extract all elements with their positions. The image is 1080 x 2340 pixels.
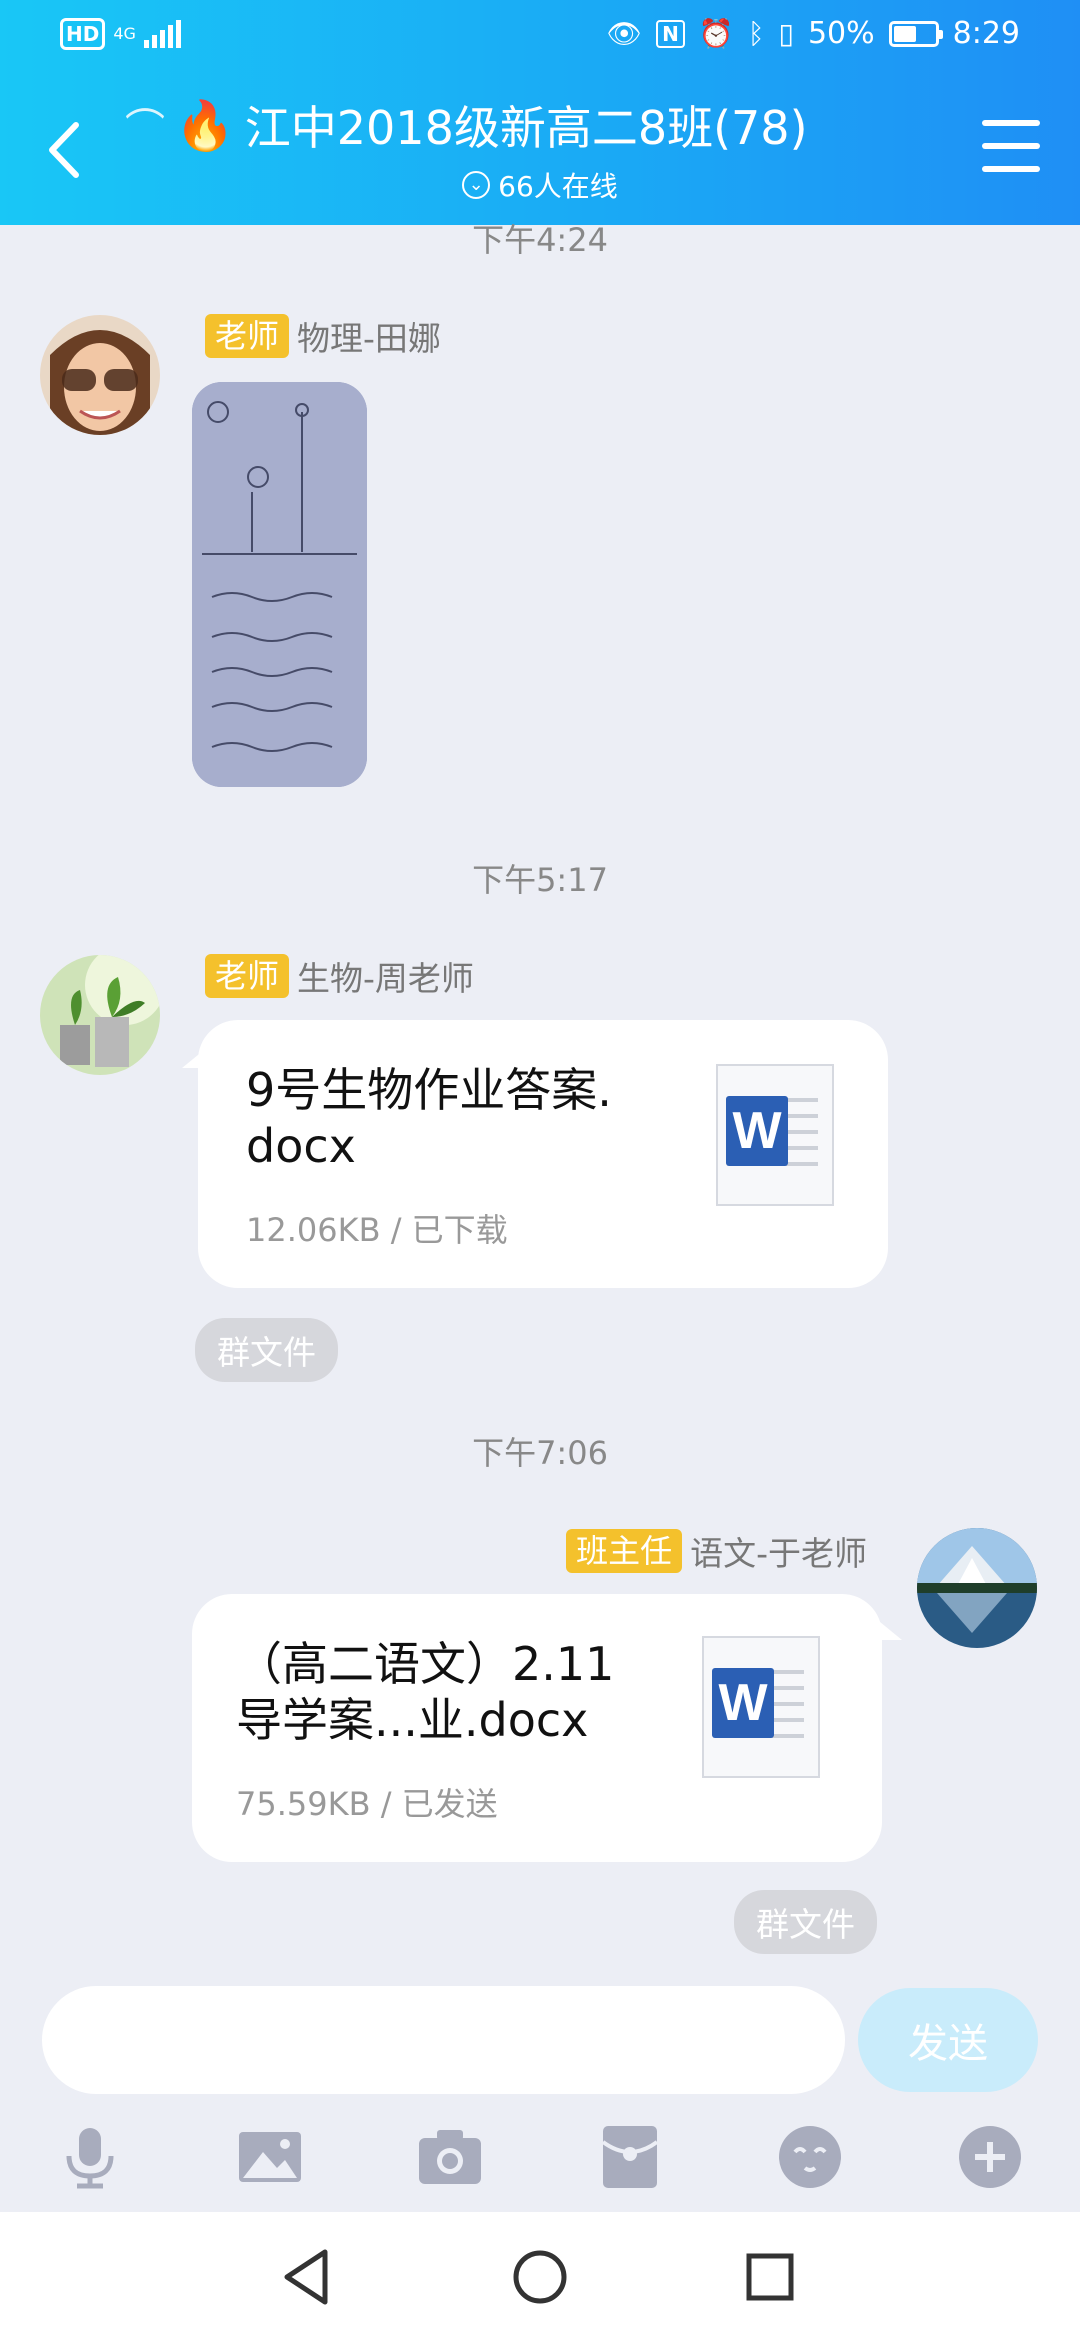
avatar[interactable] (40, 315, 160, 435)
title-row[interactable]: ⌒ 🔥 江中2018级新高二8班(78) (125, 92, 965, 158)
file-meta: 75.59KB / 已发送 (236, 1785, 498, 1823)
chat-header: HD 4G 👁 N ⏰ ᛒ ▯ 50% 8:29 ⌒ 🔥 江中2018级新高二8… (0, 0, 1080, 225)
image-message[interactable] (192, 382, 367, 787)
file-name: 9号生物作业答案. docx (246, 1063, 612, 1173)
sender-line: 老师 物理-田娜 (205, 312, 441, 360)
sender-name: 物理-田娜 (297, 319, 441, 358)
message-input[interactable] (42, 1986, 845, 2094)
avatar-portrait-icon (40, 315, 160, 435)
battery-icon (888, 20, 943, 47)
bubble-tail (880, 1622, 902, 1640)
role-tag: 班主任 (566, 1529, 683, 1573)
homework-photo-icon (192, 382, 367, 787)
image-button[interactable] (235, 2122, 305, 2192)
input-toolbar (0, 2110, 1080, 2210)
eye-icon: 👁 (606, 17, 643, 50)
emoji-button[interactable] (775, 2122, 845, 2192)
file-message[interactable]: 9号生物作业答案. docx 12.06KB / 已下载 W (198, 1020, 888, 1288)
sender-line: 老师 生物-周老师 (205, 952, 474, 1000)
red-packet-icon (601, 2126, 659, 2188)
bluetooth-icon: ᛒ (747, 17, 765, 50)
bubble-tail (182, 1050, 204, 1068)
chevron-down-icon: ⌄ (462, 171, 491, 199)
plus-icon (959, 2126, 1021, 2188)
sender-line: 班主任 语文-于老师 (566, 1527, 867, 1575)
send-button[interactable]: 发送 (858, 1988, 1038, 2092)
microphone-icon (66, 2128, 114, 2189)
sender-name: 语文-于老师 (690, 1534, 867, 1573)
avatar[interactable] (40, 955, 160, 1075)
nav-back-button[interactable] (273, 2242, 343, 2312)
triangle-back-icon (284, 2249, 328, 2305)
more-button[interactable] (955, 2122, 1025, 2192)
group-title: 江中2018级新高二8班(78) (244, 101, 808, 155)
status-right: 👁 N ⏰ ᛒ ▯ 50% 8:29 (607, 16, 1020, 51)
signal-icon (143, 20, 181, 48)
alarm-icon: ⏰ (698, 17, 734, 50)
menu-icon (982, 120, 1040, 126)
online-count[interactable]: ⌄ 66人在线 (0, 165, 1080, 205)
timestamp: 下午4:24 (472, 221, 608, 259)
vibrate-icon: ▯ (778, 17, 794, 50)
voice-button[interactable] (55, 2122, 125, 2192)
camera-icon (419, 2130, 481, 2184)
group-file-chip[interactable]: 群文件 (734, 1890, 877, 1954)
system-nav-bar (0, 2212, 1080, 2340)
file-name: （高二语文）2.11 导学案...业.docx (236, 1637, 615, 1747)
word-doc-icon: W (702, 1636, 820, 1778)
battery-percent: 50% (807, 16, 875, 51)
circle-home-icon (513, 2250, 567, 2304)
nfc-icon: N (656, 19, 685, 48)
clock: 8:29 (952, 16, 1020, 51)
status-left: HD 4G (60, 18, 181, 50)
menu-button[interactable] (982, 120, 1040, 172)
status-bar: HD 4G 👁 N ⏰ ᛒ ▯ 50% 8:29 (0, 0, 1080, 72)
network-label: 4G (113, 24, 136, 43)
nav-recents-button[interactable] (735, 2242, 805, 2312)
group-file-chip[interactable]: 群文件 (195, 1318, 338, 1382)
timestamp: 下午5:17 (472, 861, 608, 899)
square-recents-icon (746, 2253, 794, 2301)
ear-icon: ⌒ (125, 106, 165, 152)
red-packet-button[interactable] (595, 2122, 665, 2192)
avatar[interactable] (917, 1528, 1037, 1648)
online-label: 66人在线 (498, 170, 618, 203)
avatar-landscape-icon (917, 1528, 1037, 1648)
avatar-plant-icon (40, 955, 160, 1075)
role-tag: 老师 (205, 954, 290, 998)
camera-button[interactable] (415, 2122, 485, 2192)
timestamp: 下午7:06 (472, 1434, 608, 1472)
sender-name: 生物-周老师 (297, 959, 474, 998)
file-meta: 12.06KB / 已下载 (246, 1211, 508, 1249)
hd-badge: HD (60, 18, 106, 50)
emoji-icon (779, 2126, 841, 2188)
role-tag: 老师 (205, 314, 290, 358)
fire-icon: 🔥 (175, 97, 235, 154)
word-doc-icon: W (716, 1064, 834, 1206)
image-icon (239, 2132, 301, 2182)
file-message[interactable]: （高二语文）2.11 导学案...业.docx 75.59KB / 已发送 W (192, 1594, 882, 1862)
nav-home-button[interactable] (505, 2242, 575, 2312)
